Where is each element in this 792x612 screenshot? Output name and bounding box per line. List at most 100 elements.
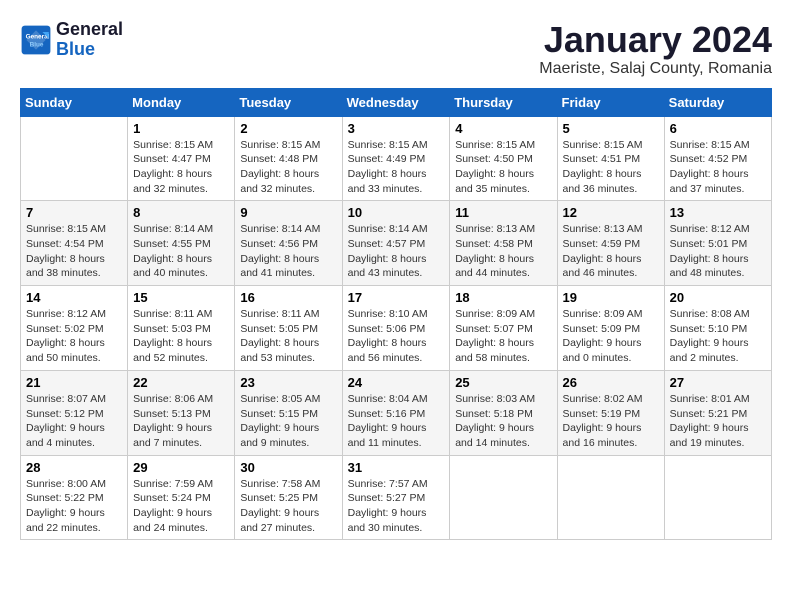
day-number: 3: [348, 121, 445, 136]
calendar-cell: 20 Sunrise: 8:08 AMSunset: 5:10 PMDaylig…: [664, 286, 771, 371]
svg-text:Blue: Blue: [30, 41, 44, 48]
day-detail: Sunrise: 8:03 AMSunset: 5:18 PMDaylight:…: [455, 392, 551, 451]
month-title: January 2024: [539, 20, 772, 60]
calendar-cell: 7 Sunrise: 8:15 AMSunset: 4:54 PMDayligh…: [21, 201, 128, 286]
day-number: 7: [26, 205, 122, 220]
calendar-cell: 14 Sunrise: 8:12 AMSunset: 5:02 PMDaylig…: [21, 286, 128, 371]
day-detail: Sunrise: 7:59 AMSunset: 5:24 PMDaylight:…: [133, 477, 229, 536]
day-detail: Sunrise: 8:14 AMSunset: 4:56 PMDaylight:…: [240, 222, 336, 281]
day-detail: Sunrise: 8:07 AMSunset: 5:12 PMDaylight:…: [26, 392, 122, 451]
day-detail: Sunrise: 8:12 AMSunset: 5:01 PMDaylight:…: [670, 222, 766, 281]
calendar-week-row: 14 Sunrise: 8:12 AMSunset: 5:02 PMDaylig…: [21, 286, 772, 371]
day-detail: Sunrise: 8:11 AMSunset: 5:03 PMDaylight:…: [133, 307, 229, 366]
day-detail: Sunrise: 8:08 AMSunset: 5:10 PMDaylight:…: [670, 307, 766, 366]
day-detail: Sunrise: 8:15 AMSunset: 4:52 PMDaylight:…: [670, 138, 766, 197]
calendar-cell: 15 Sunrise: 8:11 AMSunset: 5:03 PMDaylig…: [128, 286, 235, 371]
day-number: 4: [455, 121, 551, 136]
calendar-cell: 16 Sunrise: 8:11 AMSunset: 5:05 PMDaylig…: [235, 286, 342, 371]
calendar-week-row: 21 Sunrise: 8:07 AMSunset: 5:12 PMDaylig…: [21, 370, 772, 455]
day-number: 14: [26, 290, 122, 305]
calendar-cell: 12 Sunrise: 8:13 AMSunset: 4:59 PMDaylig…: [557, 201, 664, 286]
day-detail: Sunrise: 8:04 AMSunset: 5:16 PMDaylight:…: [348, 392, 445, 451]
day-number: 27: [670, 375, 766, 390]
location-title: Maeriste, Salaj County, Romania: [539, 60, 772, 78]
header-cell-wednesday: Wednesday: [342, 88, 450, 116]
day-detail: Sunrise: 8:00 AMSunset: 5:22 PMDaylight:…: [26, 477, 122, 536]
day-number: 28: [26, 460, 122, 475]
day-detail: Sunrise: 8:02 AMSunset: 5:19 PMDaylight:…: [563, 392, 659, 451]
calendar-cell: 26 Sunrise: 8:02 AMSunset: 5:19 PMDaylig…: [557, 370, 664, 455]
day-detail: Sunrise: 8:13 AMSunset: 4:59 PMDaylight:…: [563, 222, 659, 281]
day-number: 15: [133, 290, 229, 305]
calendar-cell: 3 Sunrise: 8:15 AMSunset: 4:49 PMDayligh…: [342, 116, 450, 201]
day-detail: Sunrise: 8:01 AMSunset: 5:21 PMDaylight:…: [670, 392, 766, 451]
calendar-cell: 27 Sunrise: 8:01 AMSunset: 5:21 PMDaylig…: [664, 370, 771, 455]
calendar-cell: 10 Sunrise: 8:14 AMSunset: 4:57 PMDaylig…: [342, 201, 450, 286]
calendar-cell: 2 Sunrise: 8:15 AMSunset: 4:48 PMDayligh…: [235, 116, 342, 201]
title-block: January 2024 Maeriste, Salaj County, Rom…: [539, 20, 772, 78]
header-cell-tuesday: Tuesday: [235, 88, 342, 116]
calendar-cell: 28 Sunrise: 8:00 AMSunset: 5:22 PMDaylig…: [21, 455, 128, 540]
header-cell-monday: Monday: [128, 88, 235, 116]
calendar-cell: 19 Sunrise: 8:09 AMSunset: 5:09 PMDaylig…: [557, 286, 664, 371]
day-number: 18: [455, 290, 551, 305]
day-number: 19: [563, 290, 659, 305]
header-cell-friday: Friday: [557, 88, 664, 116]
calendar-cell: [557, 455, 664, 540]
day-number: 12: [563, 205, 659, 220]
day-number: 23: [240, 375, 336, 390]
calendar-week-row: 7 Sunrise: 8:15 AMSunset: 4:54 PMDayligh…: [21, 201, 772, 286]
day-number: 24: [348, 375, 445, 390]
calendar-cell: 22 Sunrise: 8:06 AMSunset: 5:13 PMDaylig…: [128, 370, 235, 455]
day-number: 2: [240, 121, 336, 136]
calendar-cell: 18 Sunrise: 8:09 AMSunset: 5:07 PMDaylig…: [450, 286, 557, 371]
header-cell-sunday: Sunday: [21, 88, 128, 116]
calendar-cell: [664, 455, 771, 540]
day-detail: Sunrise: 8:15 AMSunset: 4:47 PMDaylight:…: [133, 138, 229, 197]
logo-text: General Blue: [56, 20, 123, 60]
calendar-cell: 30 Sunrise: 7:58 AMSunset: 5:25 PMDaylig…: [235, 455, 342, 540]
day-number: 13: [670, 205, 766, 220]
calendar-week-row: 28 Sunrise: 8:00 AMSunset: 5:22 PMDaylig…: [21, 455, 772, 540]
day-detail: Sunrise: 8:13 AMSunset: 4:58 PMDaylight:…: [455, 222, 551, 281]
day-number: 26: [563, 375, 659, 390]
calendar-cell: 4 Sunrise: 8:15 AMSunset: 4:50 PMDayligh…: [450, 116, 557, 201]
day-number: 31: [348, 460, 445, 475]
day-detail: Sunrise: 7:58 AMSunset: 5:25 PMDaylight:…: [240, 477, 336, 536]
day-detail: Sunrise: 8:09 AMSunset: 5:07 PMDaylight:…: [455, 307, 551, 366]
day-number: 5: [563, 121, 659, 136]
logo: General Blue General Blue: [20, 20, 123, 60]
calendar-week-row: 1 Sunrise: 8:15 AMSunset: 4:47 PMDayligh…: [21, 116, 772, 201]
day-number: 10: [348, 205, 445, 220]
calendar-cell: 9 Sunrise: 8:14 AMSunset: 4:56 PMDayligh…: [235, 201, 342, 286]
day-number: 1: [133, 121, 229, 136]
day-number: 25: [455, 375, 551, 390]
day-number: 16: [240, 290, 336, 305]
day-number: 30: [240, 460, 336, 475]
day-number: 11: [455, 205, 551, 220]
day-detail: Sunrise: 8:10 AMSunset: 5:06 PMDaylight:…: [348, 307, 445, 366]
day-number: 20: [670, 290, 766, 305]
calendar-cell: 23 Sunrise: 8:05 AMSunset: 5:15 PMDaylig…: [235, 370, 342, 455]
day-number: 8: [133, 205, 229, 220]
calendar-cell: 17 Sunrise: 8:10 AMSunset: 5:06 PMDaylig…: [342, 286, 450, 371]
logo-icon: General Blue: [20, 24, 52, 56]
day-detail: Sunrise: 8:12 AMSunset: 5:02 PMDaylight:…: [26, 307, 122, 366]
calendar-cell: 11 Sunrise: 8:13 AMSunset: 4:58 PMDaylig…: [450, 201, 557, 286]
day-number: 9: [240, 205, 336, 220]
calendar-cell: 29 Sunrise: 7:59 AMSunset: 5:24 PMDaylig…: [128, 455, 235, 540]
day-number: 17: [348, 290, 445, 305]
day-number: 6: [670, 121, 766, 136]
calendar-cell: 25 Sunrise: 8:03 AMSunset: 5:18 PMDaylig…: [450, 370, 557, 455]
calendar-table: SundayMondayTuesdayWednesdayThursdayFrid…: [20, 88, 772, 541]
day-detail: Sunrise: 8:05 AMSunset: 5:15 PMDaylight:…: [240, 392, 336, 451]
day-detail: Sunrise: 8:11 AMSunset: 5:05 PMDaylight:…: [240, 307, 336, 366]
day-detail: Sunrise: 8:15 AMSunset: 4:49 PMDaylight:…: [348, 138, 445, 197]
day-detail: Sunrise: 8:15 AMSunset: 4:50 PMDaylight:…: [455, 138, 551, 197]
header-cell-saturday: Saturday: [664, 88, 771, 116]
day-detail: Sunrise: 8:06 AMSunset: 5:13 PMDaylight:…: [133, 392, 229, 451]
calendar-header-row: SundayMondayTuesdayWednesdayThursdayFrid…: [21, 88, 772, 116]
day-detail: Sunrise: 8:15 AMSunset: 4:54 PMDaylight:…: [26, 222, 122, 281]
day-detail: Sunrise: 8:15 AMSunset: 4:48 PMDaylight:…: [240, 138, 336, 197]
calendar-cell: [450, 455, 557, 540]
